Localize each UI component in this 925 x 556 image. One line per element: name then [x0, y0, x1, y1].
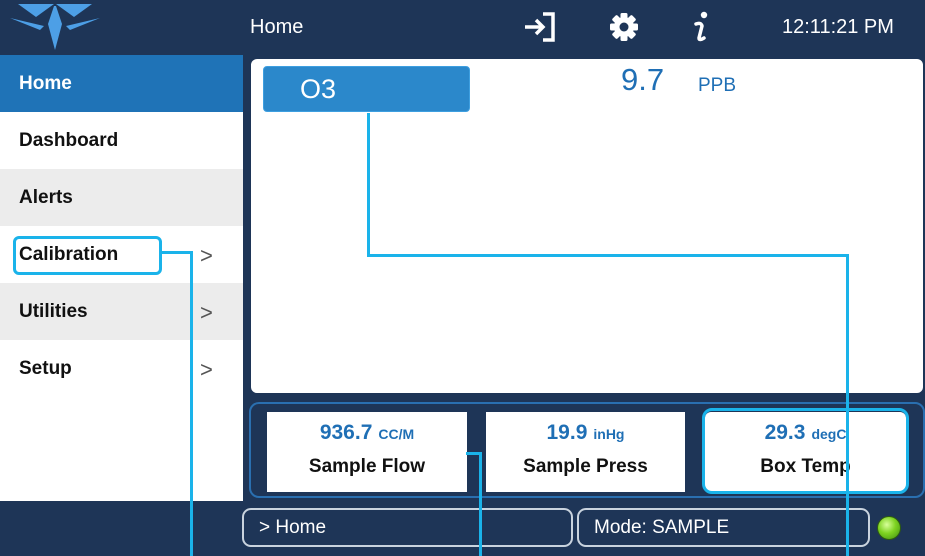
- chevron-right-icon: >: [200, 357, 213, 382]
- tile-unit: inHg: [593, 426, 625, 442]
- callout-line-gas-vertical: [367, 113, 370, 257]
- tile-value-row: 19.9 inHg: [486, 421, 685, 445]
- sidebar-item-home[interactable]: Home: [0, 55, 243, 112]
- sidebar-item-label: Utilities: [19, 300, 88, 322]
- callout-highlight-box-temp: [702, 408, 909, 494]
- chevron-right-icon: >: [200, 300, 213, 325]
- settings-button[interactable]: [605, 8, 643, 46]
- mode-text: Mode: SAMPLE: [594, 516, 730, 538]
- callout-line-calibration-vertical: [190, 251, 193, 556]
- tile-value: 936.7: [319, 421, 373, 444]
- tile-label: Sample Flow: [308, 456, 426, 477]
- info-button[interactable]: [686, 8, 716, 46]
- logout-button[interactable]: [520, 8, 560, 46]
- dashboard-tile-sample-flow[interactable]: 936.7 CC/M Sample Flow: [267, 412, 467, 492]
- teledyne-logo-icon: [10, 4, 100, 50]
- logout-icon: [525, 12, 555, 42]
- tile-value: 19.9: [546, 421, 588, 444]
- gear-icon: [610, 13, 638, 41]
- breadcrumb: > Home: [242, 508, 573, 547]
- info-icon: [694, 11, 708, 42]
- tile-value-row: 936.7 CC/M: [267, 421, 467, 445]
- sidebar-item-label: Alerts: [19, 186, 73, 208]
- gas-name: O3: [300, 73, 337, 104]
- clock: 12:11:21 PM: [782, 16, 894, 38]
- callout-line-dashboard-vertical: [479, 452, 482, 556]
- page-title: Home: [250, 16, 304, 38]
- sidebar-item-utilities[interactable]: Utilities >: [0, 283, 243, 340]
- breadcrumb-text: > Home: [259, 516, 327, 538]
- gas-concentration-value: 9.7: [621, 62, 665, 97]
- dashboard-tile-sample-press[interactable]: 19.9 inHg Sample Press: [486, 412, 685, 492]
- callout-line-gas-horizontal: [367, 254, 849, 257]
- sidebar-item-setup[interactable]: Setup >: [0, 340, 243, 397]
- callout-line-calibration-horizontal: [162, 251, 192, 254]
- sidebar-item-calibration[interactable]: Calibration >: [0, 226, 243, 283]
- sidebar-item-label: Setup: [19, 357, 72, 379]
- gas-tab-o3[interactable]: O3: [263, 66, 470, 112]
- tile-label: Sample Press: [523, 456, 648, 477]
- sidebar-item-alerts[interactable]: Alerts: [0, 169, 243, 226]
- sidebar-item-dashboard[interactable]: Dashboard: [0, 112, 243, 169]
- callout-line-gas-down: [846, 254, 849, 556]
- callout-highlight-calibration: [13, 236, 162, 275]
- callout-line-dashboard-horizontal: [466, 452, 482, 455]
- sidebar-item-label: Home: [19, 72, 72, 94]
- sidebar-nav: Home Dashboard Alerts Calibration > Util…: [0, 55, 243, 501]
- sidebar-item-label: Dashboard: [19, 129, 119, 151]
- status-led-icon: [877, 516, 901, 540]
- chevron-right-icon: >: [200, 243, 213, 268]
- tile-unit: CC/M: [378, 426, 415, 442]
- gas-concentration-unit: PPB: [698, 75, 737, 96]
- mode-indicator: Mode: SAMPLE: [577, 508, 870, 547]
